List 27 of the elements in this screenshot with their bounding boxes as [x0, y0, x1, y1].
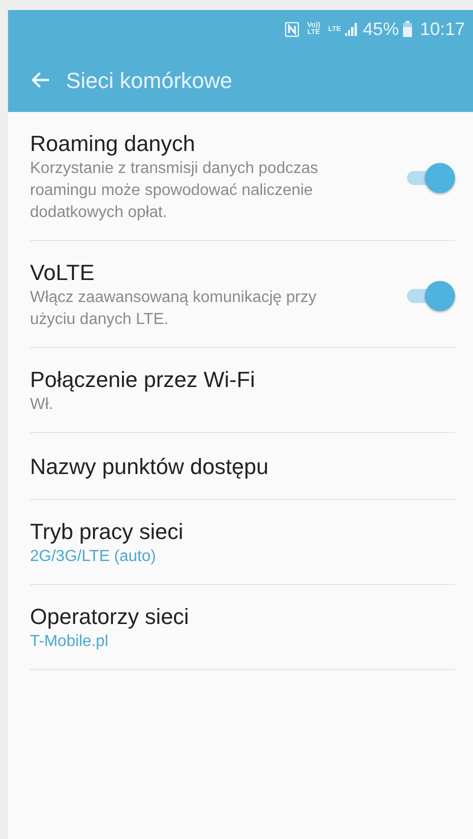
battery-icon	[402, 21, 412, 37]
signal-icon	[344, 22, 359, 36]
settings-item[interactable]: Nazwy punktów dostępu	[30, 433, 455, 500]
battery-percent: 45%	[362, 18, 399, 40]
nfc-icon	[285, 22, 300, 36]
clock: 10:17	[420, 18, 465, 40]
item-title: Tryb pracy sieci	[30, 518, 184, 546]
settings-item[interactable]: VoLTE Włącz zaawansowaną komunikację przy użyciu danych LTE.	[30, 241, 455, 348]
item-summary: Korzystanie z transmisji danych podczas roamingu może spowodować naliczenie dodatkowych opłat.	[30, 159, 320, 223]
back-button[interactable]	[30, 71, 50, 89]
toggle-switch[interactable]	[405, 280, 455, 310]
item-title: Roaming danych	[30, 130, 196, 158]
item-summary: Włącz zaawansowaną komunikację przy użyciu danych LTE.	[30, 288, 318, 330]
settings-item[interactable]: Roaming danych Korzystanie z transmisji danych podczas roamingu może spowodować naliczenie dodatkowych opłat.	[30, 112, 455, 241]
item-summary: T-Mobile.pl	[30, 632, 110, 652]
settings-item[interactable]: Operatorzy sieci T-Mobile.pl	[30, 585, 455, 670]
screen-title: Sieci komórkowe	[66, 66, 232, 94]
item-title: Operatorzy sieci	[30, 603, 190, 631]
item-title: VoLTE	[30, 259, 96, 287]
item-summary: 2G/3G/LTE (auto)	[30, 547, 157, 567]
back-arrow-icon	[30, 71, 50, 89]
item-title: Połączenie przez Wi-Fi	[30, 366, 256, 394]
item-summary: Wł.	[30, 395, 54, 415]
settings-item[interactable]: Połączenie przez Wi-Fi Wł.	[30, 348, 455, 433]
toggle-switch[interactable]	[405, 162, 455, 192]
item-title: Nazwy punktów dostępu	[30, 453, 270, 481]
settings-item[interactable]: Tryb pracy sieci 2G/3G/LTE (auto)	[30, 500, 455, 585]
